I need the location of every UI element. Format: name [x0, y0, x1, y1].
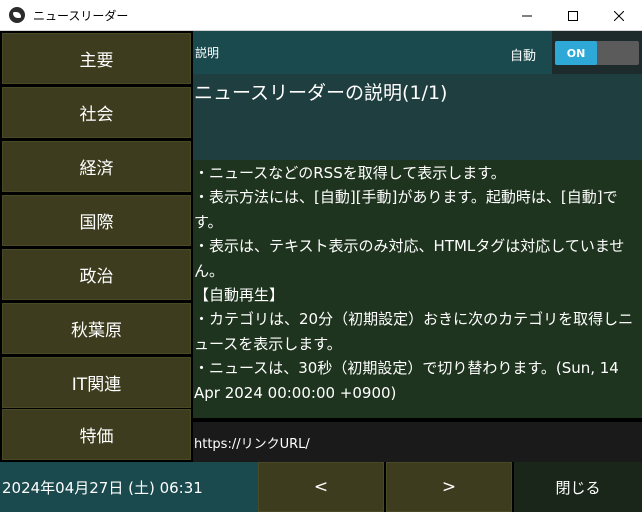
article-title: ニュースリーダーの説明(1/1): [194, 82, 448, 104]
window-titlebar: ニュースリーダー: [0, 0, 642, 31]
category-button-politics[interactable]: 政治: [2, 249, 191, 300]
toggle-area: ON: [552, 31, 642, 74]
auto-label: 自動: [509, 49, 536, 64]
category-button-international[interactable]: 国際: [2, 195, 191, 246]
toggle-on-label: ON: [555, 41, 597, 65]
article-body: ・ニュースなどのRSSを取得して表示します。 ・表示方法には、[自動][手動]が…: [194, 164, 634, 402]
category-button-deals[interactable]: 特価: [2, 409, 191, 460]
article-header: 説明 自動: [193, 31, 552, 74]
auto-toggle[interactable]: ON: [555, 41, 639, 65]
header-label: 説明: [195, 46, 220, 60]
datetime-display: 2024年04月27日 (土) 06:31: [0, 462, 258, 512]
close-window-button[interactable]: [596, 0, 642, 31]
maximize-button[interactable]: [550, 0, 596, 31]
category-button-it[interactable]: IT関連: [2, 357, 191, 408]
footer-bar: 2024年04月27日 (土) 06:31 < > 閉じる: [0, 462, 642, 512]
article-panel: 説明 自動 ON ニュースリーダーの説明(1/1) ・ニュースなどのRSSを取得…: [193, 31, 642, 462]
close-icon: [614, 10, 624, 21]
article-link[interactable]: https://リンクURL/: [194, 433, 310, 452]
minimize-button[interactable]: [504, 0, 550, 31]
category-button-society[interactable]: 社会: [2, 87, 191, 138]
category-button-akihabara[interactable]: 秋葉原: [2, 303, 191, 354]
category-button-main[interactable]: 主要: [2, 33, 191, 84]
close-button[interactable]: 閉じる: [514, 462, 642, 512]
window-title: ニュースリーダー: [33, 8, 129, 23]
window-controls: [504, 0, 642, 31]
minimize-icon: [522, 15, 532, 16]
category-sidebar: 主要 社会 経済 国際 政治 秋葉原 IT関連 特価: [0, 31, 193, 462]
link-band: https://リンクURL/: [193, 422, 642, 462]
maximize-icon: [568, 10, 578, 21]
next-button[interactable]: >: [386, 462, 512, 512]
previous-button[interactable]: <: [258, 462, 384, 512]
category-button-economy[interactable]: 経済: [2, 141, 191, 192]
app-icon: [9, 7, 25, 23]
